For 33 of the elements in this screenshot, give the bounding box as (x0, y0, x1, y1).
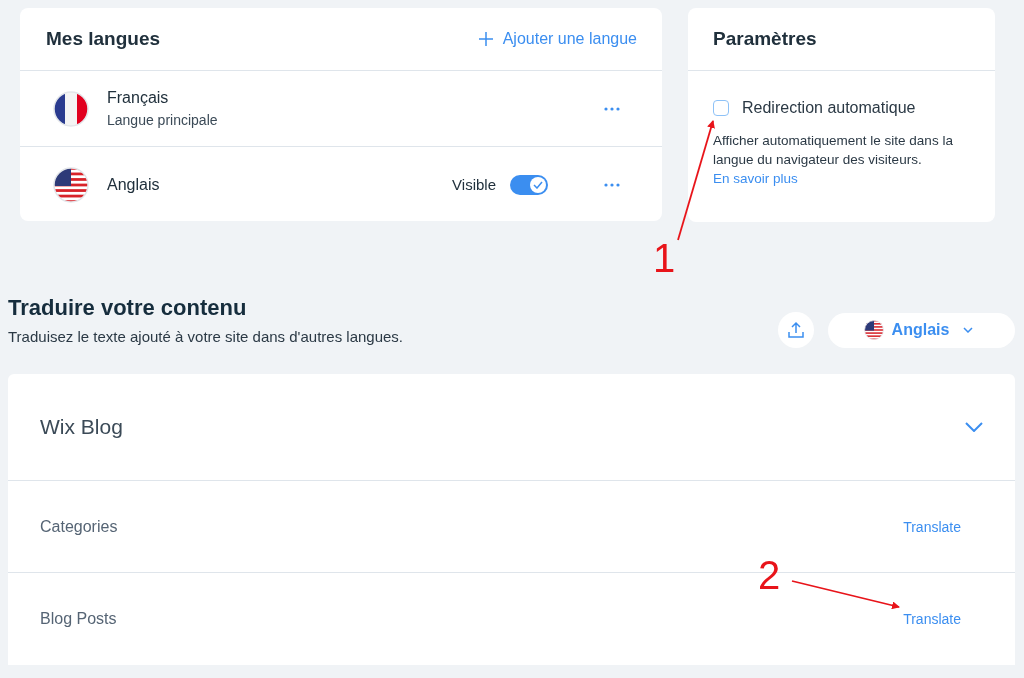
section-title: Traduire votre contenu (8, 295, 248, 321)
card-title: Mes langues (46, 28, 161, 50)
chevron-icon[interactable] (965, 422, 983, 432)
language-dropdown[interactable]: Anglais (828, 312, 1015, 348)
learn-more-link[interactable]: En savoir plus (713, 171, 798, 186)
content-type-label: Categories (40, 517, 118, 536)
app-header[interactable]: Wix Blog (8, 374, 1015, 481)
flag-icon (863, 320, 884, 340)
checkbox-label: Redirection automatique (742, 99, 916, 117)
upload-button[interactable] (778, 312, 814, 348)
translate-link[interactable]: Translate (903, 611, 961, 627)
content-type-label: Blog Posts (40, 610, 117, 628)
language-name: Anglais (107, 175, 161, 194)
more-icon[interactable] (604, 182, 620, 187)
annotation-number: 1 (653, 238, 676, 278)
visibility-toggle[interactable] (510, 174, 548, 195)
setting-description: Afficher automatiquement le site dans la langue du navigateur des visiteurs. (713, 132, 954, 169)
language-role: Langue principale (107, 112, 219, 128)
language-name: Français (107, 89, 170, 107)
add-language-link[interactable]: Ajouter une langue (478, 30, 637, 48)
translate-link[interactable]: Translate (903, 518, 961, 535)
visibility-label: Visible (452, 176, 496, 193)
check-icon (533, 180, 543, 189)
flag-icon (53, 166, 89, 203)
plus-icon (478, 32, 493, 46)
more-icon[interactable] (604, 106, 620, 111)
flag-icon (53, 90, 89, 127)
card-title: Paramètres (713, 28, 817, 50)
section-subtitle: Traduisez le texte ajouté à votre site dans d'autres langues. (8, 328, 404, 345)
chevron-down-icon (963, 327, 974, 333)
upload-icon (787, 321, 805, 339)
checkbox[interactable] (713, 100, 729, 116)
annotation-number: 2 (758, 555, 781, 595)
